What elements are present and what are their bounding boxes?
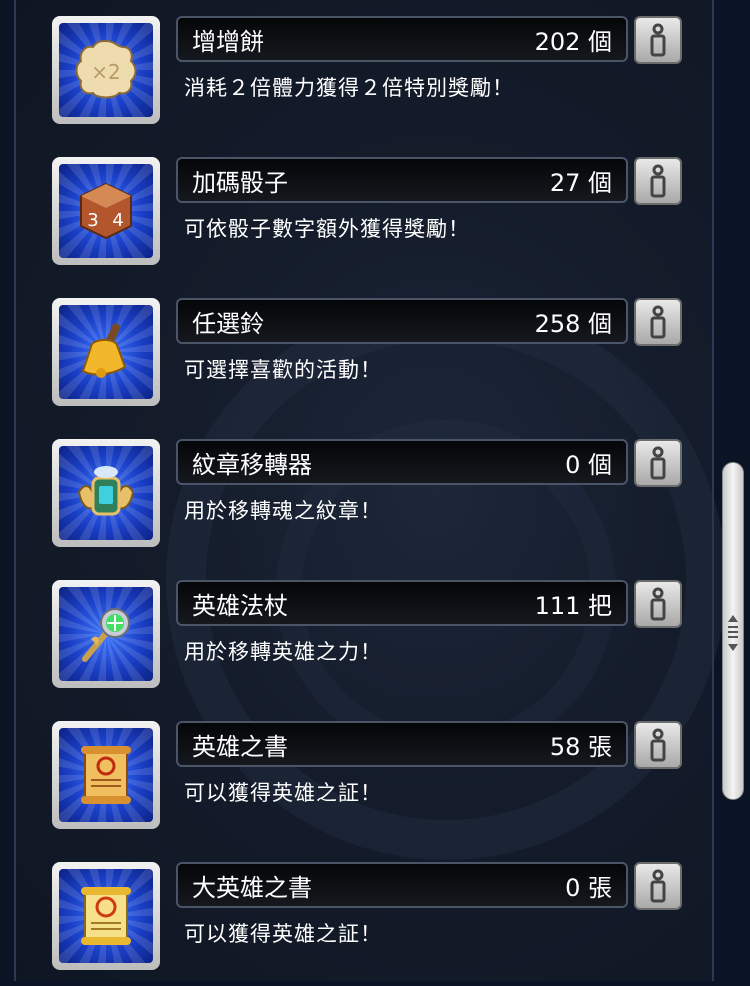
item-name: 增增餅	[192, 27, 264, 56]
great-hero-scroll-icon	[81, 887, 131, 945]
item-description: 消耗２倍體力獲得２倍特別獎勵！	[184, 76, 514, 100]
item-description: 可以獲得英雄之証！	[184, 781, 382, 805]
item-icon-frame	[52, 439, 160, 547]
item-count: 0 張	[565, 873, 612, 902]
dice-icon: 3 4	[80, 182, 132, 240]
hero-scroll-icon	[81, 746, 131, 804]
item-name-bar: 英雄法杖 111 把	[176, 580, 628, 626]
item-name: 紋章移轉器	[192, 450, 312, 479]
scrollbar-thumb[interactable]	[722, 462, 744, 800]
item-name: 任選鈴	[192, 309, 264, 338]
info-icon	[650, 164, 666, 198]
info-button[interactable]	[634, 157, 682, 205]
info-button[interactable]	[634, 862, 682, 910]
list-item[interactable]: 大英雄之書 0 張 可以獲得英雄之証！	[0, 846, 750, 986]
grip-icon	[728, 615, 738, 651]
item-description: 用於移轉魂之紋章！	[184, 499, 382, 523]
item-icon-frame	[52, 298, 160, 406]
hero-staff-icon	[82, 608, 130, 662]
item-icon-frame: 3 4	[52, 157, 160, 265]
item-description: 可選擇喜歡的活動！	[184, 358, 382, 382]
info-icon	[650, 728, 666, 762]
info-button[interactable]	[634, 439, 682, 487]
list-item[interactable]: 英雄法杖 111 把 用於移轉英雄之力！	[0, 564, 750, 704]
list-item[interactable]: 3 4 加碼骰子 27 個 可依骰子數字額外獲得獎勵！	[0, 141, 750, 281]
info-button[interactable]	[634, 721, 682, 769]
item-name: 加碼骰子	[192, 168, 288, 197]
item-name-bar: 大英雄之書 0 張	[176, 862, 628, 908]
svg-text:×2: ×2	[91, 60, 120, 84]
emblem-transfer-icon	[77, 466, 135, 516]
item-description: 用於移轉英雄之力！	[184, 640, 382, 664]
item-count: 202 個	[534, 27, 612, 56]
item-count: 27 個	[549, 168, 612, 197]
info-icon	[650, 587, 666, 621]
svg-text:3: 3	[87, 210, 98, 231]
mochi-x2-icon: ×2	[75, 39, 137, 99]
item-name: 英雄法杖	[192, 591, 288, 620]
bell-icon	[81, 323, 127, 378]
item-count: 111 把	[534, 591, 612, 620]
list-item[interactable]: 英雄之書 58 張 可以獲得英雄之証！	[0, 705, 750, 845]
item-icon-frame: ×2	[52, 16, 160, 124]
item-count: 258 個	[534, 309, 612, 338]
info-icon	[650, 305, 666, 339]
list-item[interactable]: 任選鈴 258 個 可選擇喜歡的活動！	[0, 282, 750, 422]
item-name-bar: 任選鈴 258 個	[176, 298, 628, 344]
info-icon	[650, 446, 666, 480]
item-icon-frame	[52, 580, 160, 688]
item-icon-frame	[52, 862, 160, 970]
item-name: 大英雄之書	[192, 873, 312, 902]
svg-text:4: 4	[112, 210, 123, 231]
item-description: 可以獲得英雄之証！	[184, 922, 382, 946]
item-count: 58 張	[549, 732, 612, 761]
info-button[interactable]	[634, 580, 682, 628]
item-icon-frame	[52, 721, 160, 829]
list-item[interactable]: 紋章移轉器 0 個 用於移轉魂之紋章！	[0, 423, 750, 563]
item-name-bar: 英雄之書 58 張	[176, 721, 628, 767]
item-description: 可依骰子數字額外獲得獎勵！	[184, 217, 470, 241]
list-item[interactable]: ×2 增增餅 202 個 消耗２倍體力獲得２倍特別獎勵！	[0, 0, 750, 140]
item-name-bar: 增增餅 202 個	[176, 16, 628, 62]
info-button[interactable]	[634, 16, 682, 64]
info-icon	[650, 23, 666, 57]
info-button[interactable]	[634, 298, 682, 346]
item-name-bar: 加碼骰子 27 個	[176, 157, 628, 203]
info-icon	[650, 869, 666, 903]
item-count: 0 個	[565, 450, 612, 479]
item-name-bar: 紋章移轉器 0 個	[176, 439, 628, 485]
item-name: 英雄之書	[192, 732, 288, 761]
